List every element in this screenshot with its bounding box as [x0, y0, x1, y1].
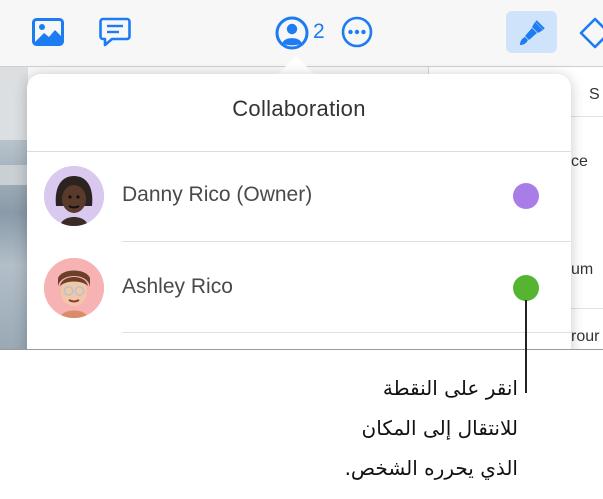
inspector-tab-label[interactable]: S: [589, 86, 600, 104]
document-image-strip: [0, 165, 28, 185]
participant-name: Ashley Rico: [122, 275, 233, 298]
callout-line: للانتقال إلى المكان: [361, 416, 518, 440]
popover-divider: [27, 151, 571, 152]
comment-icon[interactable]: [99, 17, 131, 47]
callout-text: انقر على النقطة للانتقال إلى المكان الذي…: [240, 368, 518, 488]
collaboration-popover: Collaboration Danny Rico (Owner) Ashley …: [27, 74, 571, 349]
collaborate-icon[interactable]: [275, 16, 309, 50]
collaborator-count[interactable]: 2: [313, 20, 325, 44]
callout-leader-line: [525, 300, 527, 393]
presence-dot[interactable]: [513, 183, 539, 209]
popover-arrow: [276, 56, 316, 76]
row-divider: [122, 241, 571, 242]
media-icon[interactable]: [32, 18, 64, 46]
avatar: [44, 258, 104, 318]
paintbrush-icon: [520, 20, 545, 45]
participant-name: Danny Rico (Owner): [122, 183, 313, 206]
row-divider: [122, 332, 571, 333]
presence-dot[interactable]: [513, 275, 539, 301]
more-icon[interactable]: [341, 16, 373, 48]
avatar: [44, 166, 104, 226]
popover-title: Collaboration: [232, 96, 366, 121]
callout-line: الذي يحرره الشخص.: [344, 456, 518, 480]
shape-icon[interactable]: [578, 16, 603, 50]
format-button[interactable]: [506, 11, 557, 53]
inspector-text: ce: [571, 153, 588, 170]
app-screen: S ce um rour 2 Collaboration Danny Rico …: [0, 0, 603, 350]
inspector-text: rour: [571, 328, 600, 345]
inspector-text: um: [571, 261, 594, 278]
callout-line: انقر على النقطة: [382, 376, 518, 400]
